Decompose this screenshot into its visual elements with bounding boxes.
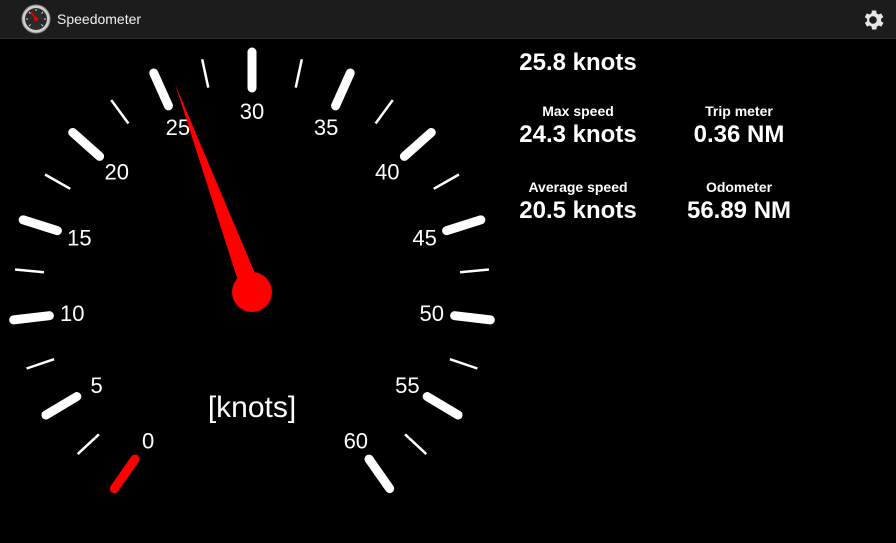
current-speed: 25.8 knots: [519, 49, 637, 76]
minor-tick: [76, 433, 100, 455]
minor-tick: [26, 357, 55, 370]
average-speed-stat: Average speed 20.5 knots: [500, 179, 656, 225]
tick-label: 10: [60, 301, 84, 326]
tick-label: 50: [420, 301, 444, 326]
speedometer-app: Speedometer 0 5 10 15 20 25 30 35 40 45 50 55 60 [kn…: [0, 0, 896, 543]
title-bar: Speedometer: [0, 0, 896, 39]
speed-gauge: 051015202530354045505560 [knots]: [9, 47, 495, 494]
max-speed-stat: Max speed 24.3 knots: [500, 103, 656, 149]
major-tick: [109, 454, 140, 494]
tick-label: 30: [240, 99, 264, 124]
major-tick: [41, 392, 82, 420]
minor-tick: [459, 268, 490, 274]
major-tick: [68, 127, 105, 161]
trip-meter-stat: Trip meter 0.36 NM: [660, 103, 818, 149]
minor-tick: [374, 99, 394, 125]
trip-meter-value: 0.36 NM: [693, 121, 785, 148]
minor-tick: [44, 173, 71, 190]
minor-tick: [14, 268, 45, 274]
max-speed-value: 24.3 knots: [519, 121, 637, 148]
tick-label: 45: [412, 226, 436, 251]
minor-tick: [404, 433, 428, 455]
speedometer-icon: [21, 4, 51, 34]
major-tick: [9, 311, 54, 325]
tick-label: 20: [105, 160, 129, 185]
gear-icon[interactable]: [860, 7, 886, 33]
average-speed-label: Average speed: [528, 179, 628, 195]
unit-label: [knots]: [208, 391, 296, 424]
major-tick: [149, 68, 173, 111]
major-tick: [18, 215, 62, 236]
average-speed-value: 20.5 knots: [519, 197, 637, 224]
trip-meter-label: Trip meter: [705, 103, 773, 119]
major-tick: [422, 392, 463, 420]
tick-label: 60: [344, 428, 368, 453]
major-tick: [450, 311, 495, 325]
app-title: Speedometer: [57, 11, 142, 27]
max-speed-label: Max speed: [542, 103, 614, 119]
needle-hub: [232, 272, 272, 312]
tick-label: 5: [90, 373, 102, 398]
minor-tick: [200, 59, 210, 88]
odometer-value: 56.89 NM: [686, 197, 792, 224]
odometer-stat: Odometer 56.89 NM: [660, 179, 818, 225]
minor-tick: [294, 59, 304, 88]
major-tick: [364, 454, 395, 494]
tick-label: 15: [67, 226, 91, 251]
tick-label: 0: [142, 428, 154, 453]
major-tick: [399, 127, 436, 161]
minor-tick: [449, 357, 478, 370]
odometer-label: Odometer: [705, 179, 773, 195]
major-tick: [331, 68, 355, 111]
tick-label: 40: [375, 160, 399, 185]
tick-label: 55: [395, 373, 419, 398]
minor-tick: [433, 173, 460, 190]
tick-label: 35: [314, 115, 338, 140]
major-tick: [442, 215, 486, 236]
minor-tick: [110, 99, 130, 125]
